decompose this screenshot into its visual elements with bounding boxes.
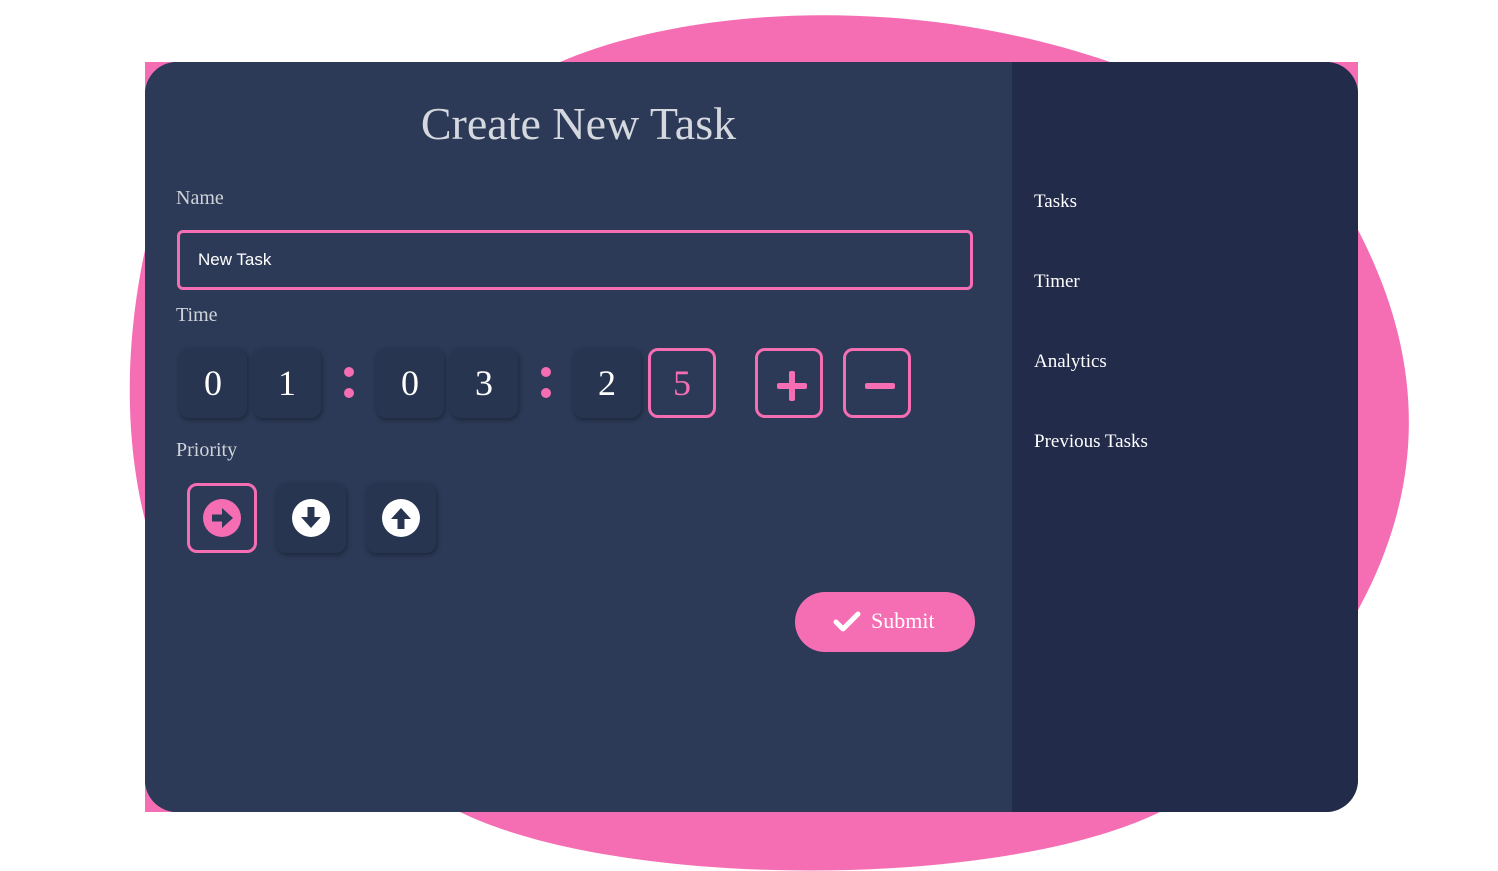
sidebar-item-previous-tasks[interactable]: Previous Tasks: [1034, 430, 1148, 454]
time-label: Time: [176, 304, 218, 326]
minus-icon: [865, 383, 895, 389]
checkmark-icon: [833, 611, 861, 632]
priority-label: Priority: [176, 439, 238, 461]
page-title: Create New Task: [420, 98, 737, 149]
sidebar-item-analytics[interactable]: Analytics: [1034, 350, 1107, 374]
priority-normal-button[interactable]: [187, 483, 257, 553]
name-input[interactable]: [177, 230, 973, 290]
increment-button[interactable]: [755, 348, 823, 418]
time-digit-hours-tens[interactable]: 0: [179, 348, 247, 418]
priority-low-button[interactable]: [276, 483, 346, 553]
time-digit-seconds-ones[interactable]: 5: [648, 348, 716, 418]
plus-icon: [777, 371, 807, 401]
time-digit-minutes-ones[interactable]: 3: [450, 348, 518, 418]
create-task-panel: Create New Task Name Time 0 1 0 3 2 5 Pr…: [145, 62, 1012, 812]
sidebar-item-timer[interactable]: Timer: [1034, 270, 1080, 294]
time-digit-seconds-tens[interactable]: 2: [573, 348, 641, 418]
sidebar: Tasks Timer Analytics Previous Tasks: [1012, 62, 1358, 812]
submit-label: Submit: [871, 608, 935, 633]
arrow-up-circle-icon: [382, 499, 420, 537]
decrement-button[interactable]: [843, 348, 911, 418]
time-separator: [539, 364, 553, 404]
arrow-down-circle-icon: [292, 499, 330, 537]
time-digit-minutes-tens[interactable]: 0: [376, 348, 444, 418]
arrow-right-circle-icon: [203, 499, 241, 537]
name-label: Name: [176, 187, 224, 209]
priority-high-button[interactable]: [366, 483, 436, 553]
time-separator: [342, 364, 356, 404]
submit-button[interactable]: Submit: [795, 592, 975, 652]
time-digit-hours-ones[interactable]: 1: [253, 348, 321, 418]
sidebar-item-tasks[interactable]: Tasks: [1034, 190, 1077, 214]
task-card: Create New Task Name Time 0 1 0 3 2 5 Pr…: [145, 62, 1358, 812]
